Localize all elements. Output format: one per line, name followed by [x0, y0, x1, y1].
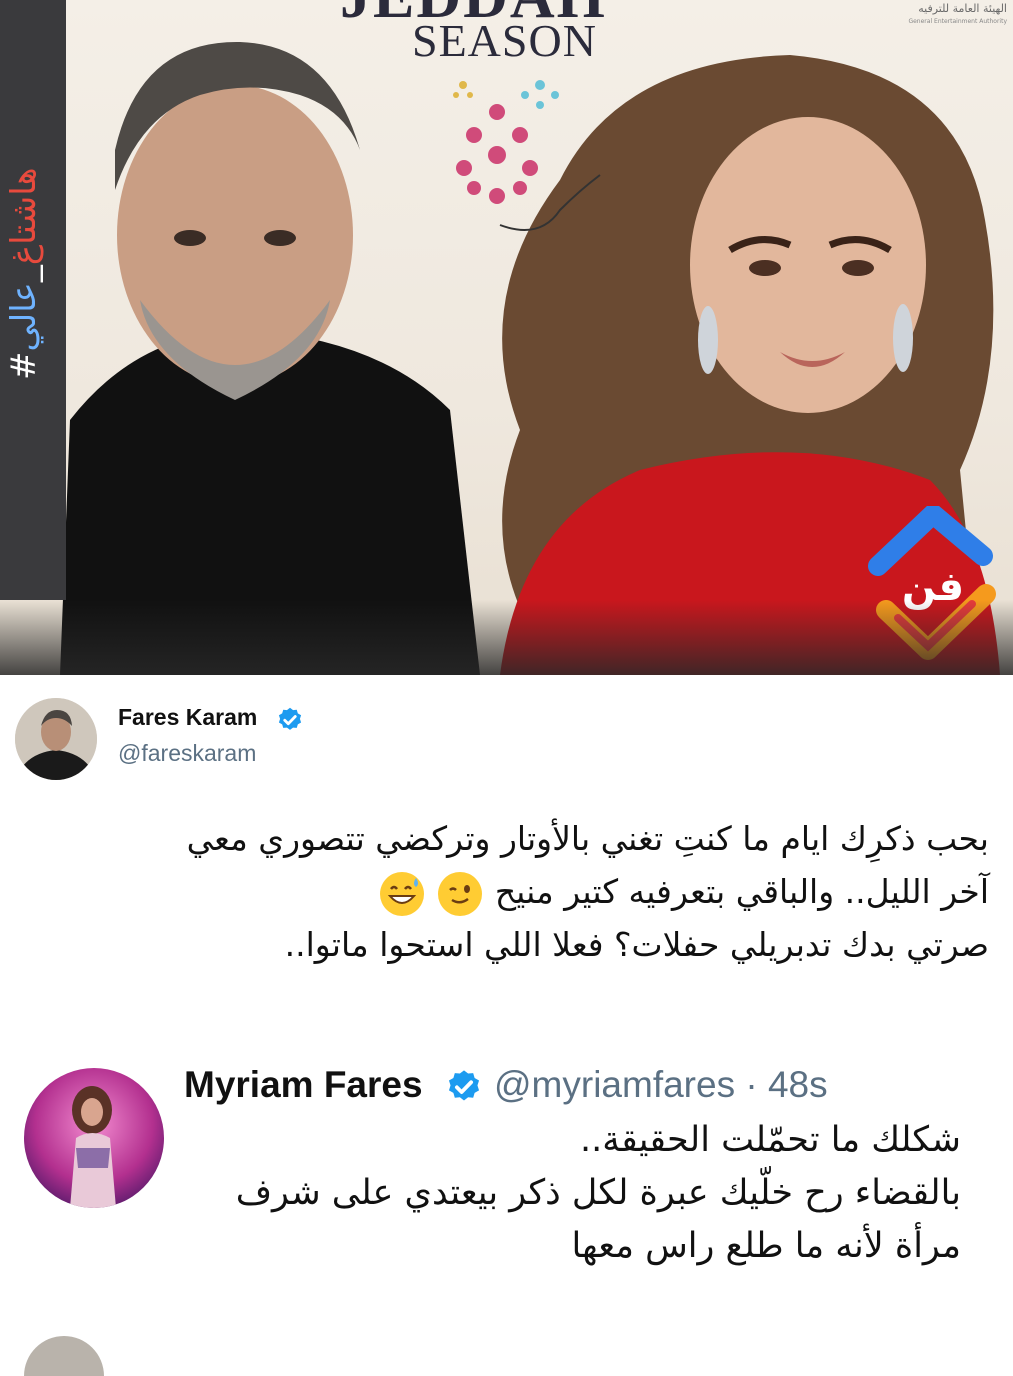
tweet-line: صرتي بدك تدبريلي حفلات؟ فعلا اللي استحوا… — [284, 925, 989, 964]
tweet-text: شكلك ما تحمّلت الحقيقة.. بالقضاء رح خلّي… — [161, 1114, 961, 1273]
verified-badge-icon — [448, 1070, 480, 1101]
avatar-photo — [24, 1068, 164, 1208]
poster-illustration — [60, 41, 1000, 675]
next-tweet-peek — [0, 1296, 1013, 1350]
tweet-line: مرأة لأنه ما طلع راس معها — [571, 1226, 961, 1266]
tweet-separator — [0, 994, 1013, 1056]
authority-logo: الهيئة العامة للترفيه General Entertainm… — [908, 2, 1007, 25]
poster-fade — [0, 600, 1013, 675]
avatar[interactable] — [24, 1068, 164, 1208]
tweet-line: شكلك ما تحمّلت الحقيقة.. — [579, 1120, 961, 1160]
display-name[interactable]: Fares Karam — [118, 704, 257, 731]
tweet-myriam-fares[interactable]: Myriam Fares @myriamfares · 48s شكلك ما … — [0, 1056, 1013, 1296]
display-name[interactable]: Myriam Fares — [184, 1064, 423, 1106]
avatar[interactable] — [15, 698, 97, 780]
grinning-sweat-face-icon — [379, 871, 424, 916]
user-handle[interactable]: @fareskaram — [118, 740, 256, 767]
tweet-line-with-emoji: آخر الليل.. والباقي بتعرفيه كتير منيح — [29, 865, 989, 918]
tweet-fares-karam[interactable]: Fares Karam @fareskaram بحب ذكرِك ايام م… — [0, 676, 1013, 994]
poster-season: SEASON — [412, 15, 597, 66]
poster-image: #هاشتاغ_عالي JEDDAH SEASON الهيئة العامة… — [0, 0, 1013, 675]
avatar-photo — [15, 698, 97, 780]
user-handle-timestamp[interactable]: @myriamfares · 48s — [494, 1064, 828, 1106]
tweet-line: بالقضاء رح خلّيك عبرة لكل ذكر بيعتدي على… — [235, 1173, 961, 1213]
tweet-text: بحب ذكرِك ايام ما كنتِ تغني بالأوتار وتر… — [29, 812, 989, 971]
winking-face-icon — [438, 871, 483, 916]
hashtag-watermark: #هاشتاغ_عالي — [4, 167, 44, 380]
tweet-line: بحب ذكرِك ايام ما كنتِ تغني بالأوتار وتر… — [186, 819, 989, 858]
verified-badge-icon — [278, 707, 302, 730]
